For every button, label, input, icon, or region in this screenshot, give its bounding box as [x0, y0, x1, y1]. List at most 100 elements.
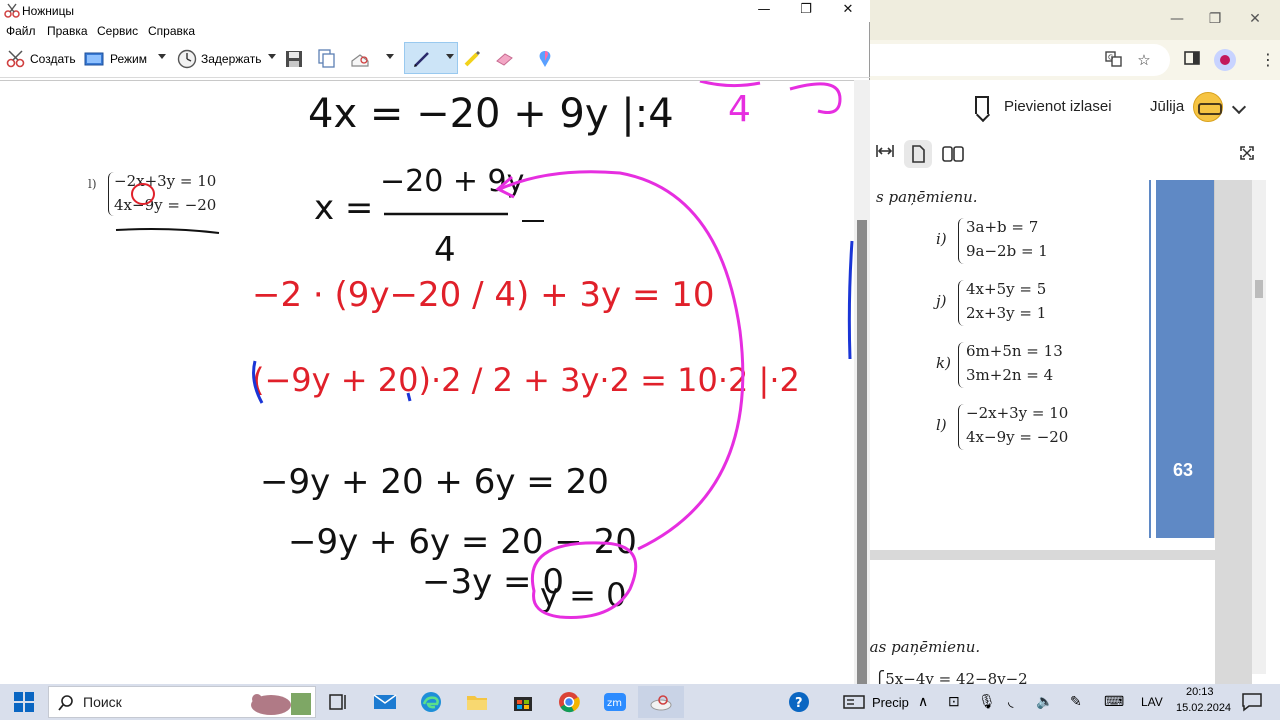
window-title: Ножницы: [22, 4, 75, 18]
svg-text:zm: zm: [607, 698, 622, 709]
search-placeholder: Поиск: [83, 694, 122, 710]
handwritten-red-line: (−9y + 20)·2 / 2 + 3y·2 = 10·2 |·2: [252, 361, 800, 399]
delay-button[interactable]: Задержать: [201, 48, 261, 70]
send-icon[interactable]: [350, 49, 370, 69]
sidepanel-icon[interactable]: [1182, 50, 1202, 70]
fit-width-icon[interactable]: [876, 144, 894, 164]
language-indicator[interactable]: LAV: [1141, 695, 1163, 709]
exercise-label: i): [936, 230, 947, 248]
address-bar[interactable]: G ☆: [870, 44, 1170, 76]
browser-minimize-button[interactable]: —: [1162, 8, 1192, 30]
notification-icon[interactable]: [1240, 690, 1264, 714]
save-icon[interactable]: [284, 49, 304, 69]
page-scrollbar[interactable]: [1252, 180, 1266, 674]
copy-icon[interactable]: [316, 49, 336, 69]
new-snip-button[interactable]: Создать: [30, 48, 76, 70]
browser-window: — ❐ ✕ G ☆ ⋮ Pievienot izlasei Jūlija s p…: [860, 0, 1280, 688]
windows-start-icon[interactable]: [12, 690, 36, 714]
speaker-icon[interactable]: 🔈: [1036, 693, 1053, 710]
equation: 3a+b = 7: [966, 218, 1039, 236]
chrome-icon[interactable]: [557, 690, 581, 714]
store-icon[interactable]: [511, 690, 535, 714]
pen-dropdown-icon[interactable]: [446, 54, 454, 59]
task-view-icon[interactable]: [326, 690, 350, 714]
edge-icon[interactable]: [419, 690, 443, 714]
send-dropdown-icon[interactable]: [386, 54, 394, 59]
exercise-label: j): [936, 292, 947, 310]
clock-icon[interactable]: [177, 49, 197, 69]
mode-icon[interactable]: [84, 49, 104, 69]
profile-avatar[interactable]: [1214, 49, 1236, 71]
snipping-tool-taskbar-active[interactable]: [638, 686, 684, 718]
translate-icon[interactable]: G: [1104, 50, 1124, 70]
handwritten-red-line: −2 · (9y−20 / 4) + 3y = 10: [252, 275, 715, 315]
fullscreen-icon[interactable]: [1240, 146, 1254, 166]
textbook-text: s paņēmienu.: [876, 188, 978, 206]
user-avatar-emoji[interactable]: [1193, 92, 1223, 122]
menu-edit[interactable]: Правка: [47, 24, 88, 38]
pen-tray-icon[interactable]: ⊡: [948, 693, 960, 710]
bookmark-icon[interactable]: [975, 96, 989, 114]
page-margin-band: [1151, 180, 1214, 538]
equation: 4x+5y = 5: [966, 280, 1047, 298]
taskbar-search[interactable]: Поиск: [48, 686, 316, 718]
clock-date[interactable]: 15.02.2024: [1176, 702, 1231, 714]
mail-icon[interactable]: [373, 690, 397, 714]
exercise-label: k): [936, 354, 951, 372]
wifi-icon[interactable]: ◟: [1008, 693, 1013, 710]
handwritten-lhs: x =: [314, 188, 373, 228]
handwritten-line: 4x = −20 + 9y |:4: [308, 91, 674, 137]
keyboard-icon[interactable]: ⌨: [1104, 693, 1124, 710]
exercise-label: l): [936, 416, 947, 434]
eraser-icon[interactable]: [494, 49, 514, 69]
maximize-button[interactable]: ❐: [784, 0, 828, 22]
file-explorer-icon[interactable]: [465, 690, 489, 714]
scissors-icon: [4, 3, 20, 18]
page-number: 63: [1172, 460, 1194, 480]
menu-file[interactable]: Файл: [6, 24, 36, 38]
add-to-favorites-link[interactable]: Pievienot izlasei: [1004, 98, 1112, 115]
scrollbar-thumb[interactable]: [1255, 280, 1263, 298]
snipping-tool-window: Ножницы — ❐ ✕ Файл Правка Сервис Справка…: [0, 0, 870, 690]
scrollbar-thumb[interactable]: [857, 220, 867, 690]
clock-time[interactable]: 20:13: [1186, 686, 1214, 698]
search-highlight-icon: [251, 693, 311, 715]
snip-canvas[interactable]: l) −2x+3y = 10 4x−9y = −20 4x = −20 + 9y…: [0, 80, 854, 684]
web-page: Pievienot izlasei Jūlija s paņēmienu. i)…: [860, 80, 1280, 688]
screen: — ❐ ✕ G ☆ ⋮ Pievienot izlasei Jūlija s p…: [0, 0, 1280, 720]
textbook-text: nas paņēmienu.: [860, 638, 981, 656]
mode-dropdown-icon[interactable]: [158, 54, 166, 59]
equation: −2x+3y = 10: [966, 404, 1069, 422]
single-page-button[interactable]: [904, 140, 932, 168]
chevron-down-icon[interactable]: [1231, 99, 1247, 115]
user-name[interactable]: Jūlija: [1150, 98, 1184, 115]
highlighter-icon[interactable]: [462, 49, 482, 69]
browser-menu-icon[interactable]: ⋮: [1260, 50, 1276, 69]
star-icon[interactable]: ☆: [1134, 50, 1154, 70]
browser-close-button[interactable]: ✕: [1240, 8, 1270, 30]
new-snip-icon[interactable]: [6, 49, 26, 69]
toolbar: Создать Режим Задержать: [0, 40, 870, 78]
help-icon[interactable]: ?: [787, 690, 811, 714]
snipping-tool-icon: [650, 695, 672, 711]
canvas-scrollbar[interactable]: [854, 80, 870, 690]
paint3d-icon[interactable]: [535, 49, 555, 69]
handwritten-numerator: −20 + 9y: [380, 164, 524, 199]
menu-tools[interactable]: Сервис: [97, 24, 138, 38]
menu-help[interactable]: Справка: [148, 24, 195, 38]
weather-icon[interactable]: [842, 690, 866, 714]
mode-button[interactable]: Режим: [110, 48, 147, 70]
minimize-button[interactable]: —: [742, 0, 786, 22]
browser-maximize-button[interactable]: ❐: [1200, 8, 1230, 30]
close-button[interactable]: ✕: [826, 0, 870, 22]
svg-text:G: G: [1108, 54, 1113, 62]
weather-text[interactable]: Precip: [872, 695, 909, 710]
zoom-icon[interactable]: zm: [603, 690, 627, 714]
microphone-icon[interactable]: 🎙: [978, 693, 996, 710]
two-page-icon[interactable]: [942, 146, 964, 166]
handwritten-denominator: 4: [434, 230, 456, 270]
pen-workspace-icon[interactable]: ✎: [1070, 693, 1082, 710]
pen-icon[interactable]: [412, 49, 432, 69]
delay-dropdown-icon[interactable]: [268, 54, 276, 59]
chevron-up-icon[interactable]: ∧: [918, 693, 928, 710]
